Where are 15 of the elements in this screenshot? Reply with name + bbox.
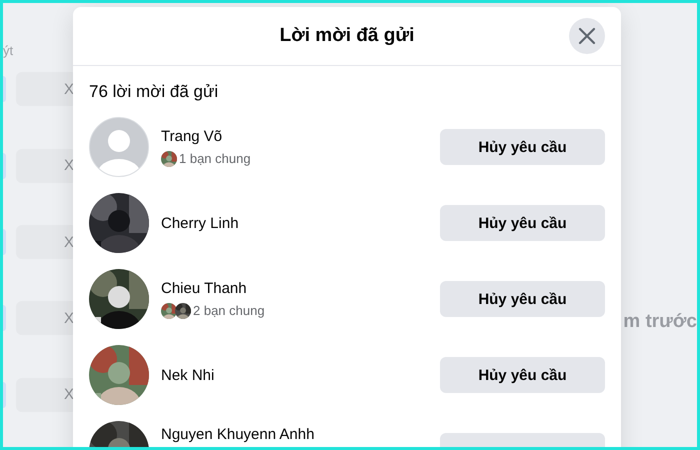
- person-name[interactable]: Nguyen Khuyenn Anhh: [161, 426, 440, 443]
- person-name[interactable]: Chieu Thanh: [161, 280, 440, 296]
- person-name[interactable]: Trang Võ: [161, 128, 440, 144]
- background-text: ýt: [3, 43, 14, 60]
- person-name[interactable]: Cherry Linh: [161, 214, 440, 232]
- mutual-friends[interactable]: 1 bạn chung: [179, 151, 251, 166]
- cancel-request-button[interactable]: Hủy yêu cầu: [440, 357, 605, 393]
- cancel-request-button[interactable]: Hủy yêu cầu: [440, 129, 605, 165]
- request-count: 76 lời mời đã gửi: [88, 81, 220, 102]
- mutual-friends[interactable]: 2 bạn chung: [193, 303, 265, 318]
- person-name[interactable]: Nek Nhi: [161, 366, 440, 384]
- background-text: m trước: [623, 311, 697, 334]
- cancel-request-button[interactable]: Hủy yêu cầu: [440, 281, 605, 317]
- dialog-title: Lời mời đã gửi: [280, 25, 414, 47]
- cancel-request-button[interactable]: Hủy yêu cầu: [440, 205, 605, 241]
